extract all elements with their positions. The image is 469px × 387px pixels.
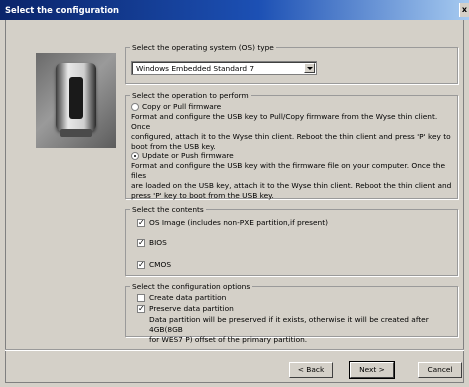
next-button[interactable]: Next > bbox=[349, 361, 395, 379]
os-image-label[interactable]: OS Image (includes non-PXE partition,if … bbox=[149, 218, 328, 227]
thin-client-body bbox=[56, 63, 96, 131]
copy-firmware-label[interactable]: Copy or Pull firmware bbox=[142, 102, 221, 111]
cmos-checkbox[interactable]: ✓ bbox=[137, 261, 145, 269]
os-image-checkbox[interactable]: ✓ bbox=[137, 219, 145, 227]
contents-legend: Select the contents bbox=[132, 205, 204, 214]
update-desc-line: press 'P' key to boot from the USB key. bbox=[131, 191, 274, 200]
thin-client-image bbox=[36, 53, 116, 148]
update-desc-line: Format and configure the USB key with th… bbox=[131, 161, 445, 180]
create-partition-checkbox[interactable] bbox=[137, 294, 145, 302]
os-type-selected-value: Windows Embedded Standard 7 bbox=[136, 64, 255, 73]
close-button[interactable]: x bbox=[459, 3, 469, 17]
back-button[interactable]: < Back bbox=[289, 362, 333, 378]
cmos-label[interactable]: CMOS bbox=[149, 260, 171, 269]
update-firmware-label[interactable]: Update or Push firmware bbox=[142, 151, 234, 160]
update-firmware-radio[interactable] bbox=[131, 152, 139, 160]
window-title: Select the configuration bbox=[5, 5, 119, 15]
preserve-desc-line: for WES7 P) offset of the primary partit… bbox=[149, 335, 308, 344]
preserve-partition-checkbox[interactable]: ✓ bbox=[137, 305, 145, 313]
copy-desc-line: configured, attach it to the Wyse thin c… bbox=[131, 132, 451, 141]
preserve-partition-description: Data partition will be preserved if it e… bbox=[149, 315, 454, 345]
bios-label[interactable]: BIOS bbox=[149, 238, 167, 247]
update-firmware-description: Format and configure the USB key with th… bbox=[131, 161, 453, 201]
copy-firmware-radio[interactable] bbox=[131, 103, 139, 111]
os-type-legend: Select the operating system (OS) type bbox=[132, 43, 274, 52]
update-desc-line: are loaded on the USB key, attach it to … bbox=[131, 181, 452, 190]
os-type-dropdown[interactable]: Windows Embedded Standard 7 bbox=[131, 61, 317, 75]
preserve-desc-line: Data partition will be preserved if it e… bbox=[149, 315, 429, 334]
title-bar: Select the configuration x bbox=[0, 0, 469, 20]
thin-client-stand bbox=[60, 129, 92, 137]
thin-client-face bbox=[69, 77, 83, 119]
copy-firmware-description: Format and configure the USB key to Pull… bbox=[131, 112, 453, 152]
config-options-legend: Select the configuration options bbox=[132, 282, 251, 291]
bios-checkbox[interactable]: ✓ bbox=[137, 239, 145, 247]
preserve-partition-label[interactable]: Preserve data partition bbox=[149, 304, 234, 313]
cancel-button[interactable]: Cancel bbox=[418, 362, 462, 378]
chevron-down-icon[interactable] bbox=[304, 63, 315, 73]
footer-divider bbox=[5, 349, 464, 351]
operation-legend: Select the operation to perform bbox=[132, 91, 249, 100]
copy-desc-line: Format and configure the USB key to Pull… bbox=[131, 112, 438, 131]
create-partition-label[interactable]: Create data partition bbox=[149, 293, 226, 302]
contents-group: Select the contents bbox=[125, 205, 458, 276]
